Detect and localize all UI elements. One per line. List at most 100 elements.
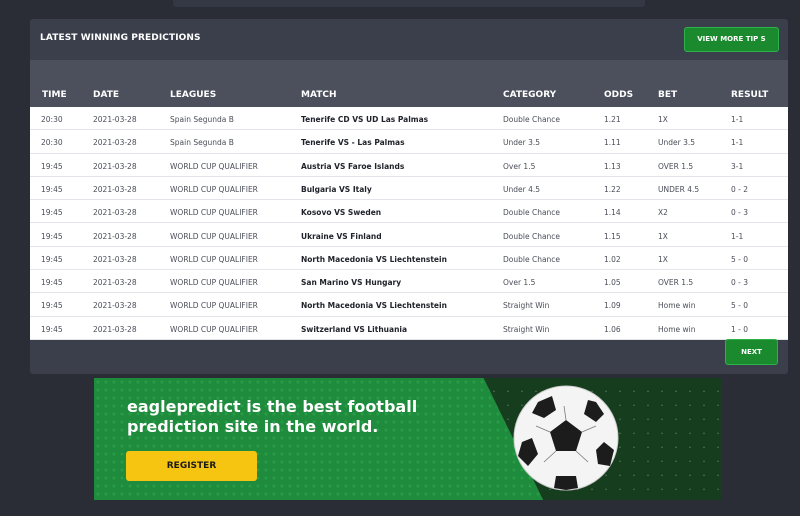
predictions-panel: LATEST WINNING PREDICTIONS VIEW MORE TIP… bbox=[30, 19, 788, 374]
cell-league: WORLD CUP QUALIFIER bbox=[170, 231, 258, 241]
next-button[interactable]: NEXT bbox=[725, 339, 778, 365]
cell-category: Over 1.5 bbox=[503, 161, 536, 171]
cell-match: North Macedonia VS Liechtenstein bbox=[301, 254, 447, 264]
header-odds: ODDS bbox=[604, 90, 634, 100]
cell-category: Double Chance bbox=[503, 231, 561, 241]
cell-result: 0 - 3 bbox=[731, 208, 749, 218]
header-match: MATCH bbox=[301, 90, 337, 100]
view-more-tips-button[interactable]: VIEW MORE TIP S bbox=[684, 27, 779, 52]
header-time: TIME bbox=[42, 90, 67, 100]
soccer-ball-icon bbox=[513, 385, 619, 491]
banner-headline: eaglepredict is the best football predic… bbox=[127, 397, 418, 436]
promo-banner[interactable]: eaglepredict is the best football predic… bbox=[94, 378, 722, 500]
cell-result: 1-1 bbox=[731, 138, 744, 148]
cell-category: Double Chance bbox=[503, 115, 561, 124]
table-row: 19:45 2021-03-28 WORLD CUP QUALIFIER Bulgar… bbox=[30, 177, 788, 201]
cell-league: WORLD CUP QUALIFIER bbox=[170, 161, 258, 171]
table-row: 19:45 2021-03-28 WORLD CUP QUALIFIER North … bbox=[30, 247, 788, 271]
panel-footer bbox=[30, 340, 788, 374]
cell-bet: X2 bbox=[658, 208, 668, 218]
cell-date: 2021-03-28 bbox=[93, 278, 137, 288]
cell-date: 2021-03-28 bbox=[93, 254, 137, 264]
cell-bet: UNDER 4.5 bbox=[658, 184, 700, 194]
register-button[interactable]: REGISTER bbox=[126, 451, 257, 481]
top-strip bbox=[173, 0, 645, 7]
cell-category: Under 4.5 bbox=[503, 184, 541, 194]
cell-league: WORLD CUP QUALIFIER bbox=[170, 324, 258, 334]
cell-category: Double Chance bbox=[503, 254, 561, 264]
table-row: 19:45 2021-03-28 WORLD CUP QUALIFIER North … bbox=[30, 293, 788, 317]
cell-odds: 1.14 bbox=[604, 208, 621, 218]
cell-date: 2021-03-28 bbox=[93, 324, 137, 334]
cell-time: 19:45 bbox=[41, 278, 63, 288]
cell-match: San Marino VS Hungary bbox=[301, 278, 402, 288]
cell-match: Austria VS Faroe Islands bbox=[301, 161, 405, 171]
header-leagues: LEAGUES bbox=[170, 90, 217, 100]
cell-result: 0 - 3 bbox=[731, 278, 749, 288]
cell-odds: 1.11 bbox=[604, 138, 621, 148]
cell-odds: 1.05 bbox=[604, 278, 621, 288]
cell-result: 5 - 0 bbox=[731, 301, 749, 311]
table-row: 19:45 2021-03-28 WORLD CUP QUALIFIER Kosovo… bbox=[30, 200, 788, 224]
predictions-table-body: 20:30 2021-03-28 Spain Segunda B Tenerife C… bbox=[30, 107, 788, 340]
table-row: 19:45 2021-03-28 WORLD CUP QUALIFIER Austri… bbox=[30, 154, 788, 177]
cell-date: 2021-03-28 bbox=[93, 208, 137, 218]
table-row: 20:30 2021-03-28 Spain Segunda B Tenerife V… bbox=[30, 130, 788, 154]
cell-category: Straight Win bbox=[503, 301, 550, 311]
cell-time: 19:45 bbox=[41, 184, 63, 194]
cell-league: WORLD CUP QUALIFIER bbox=[170, 184, 258, 194]
cell-time: 20:30 bbox=[41, 138, 63, 148]
cell-bet: 1X bbox=[658, 115, 668, 124]
cell-result: 1 - 0 bbox=[731, 324, 749, 334]
cell-category: Double Chance bbox=[503, 208, 561, 218]
cell-date: 2021-03-28 bbox=[93, 301, 137, 311]
table-row: 19:45 2021-03-28 WORLD CUP QUALIFIER San Ma… bbox=[30, 270, 788, 294]
panel-title: LATEST WINNING PREDICTIONS bbox=[40, 33, 201, 43]
cell-time: 20:30 bbox=[41, 115, 63, 124]
cell-odds: 1.15 bbox=[604, 231, 621, 241]
cell-result: 3-1 bbox=[731, 161, 744, 171]
table-header: TIME DATE LEAGUES MATCH CATEGORY ODDS BE… bbox=[30, 60, 788, 107]
cell-match: Switzerland VS Lithuania bbox=[301, 324, 408, 334]
header-category: CATEGORY bbox=[503, 90, 557, 100]
cell-date: 2021-03-28 bbox=[93, 184, 137, 194]
panel-header: LATEST WINNING PREDICTIONS VIEW MORE TIP… bbox=[30, 19, 788, 59]
cell-league: WORLD CUP QUALIFIER bbox=[170, 254, 258, 264]
cell-bet: Home win bbox=[658, 301, 696, 311]
cell-odds: 1.06 bbox=[604, 324, 621, 334]
cell-result: 5 - 0 bbox=[731, 254, 749, 264]
cell-league: WORLD CUP QUALIFIER bbox=[170, 301, 258, 311]
cell-time: 19:45 bbox=[41, 324, 63, 334]
cell-odds: 1.13 bbox=[604, 161, 621, 171]
cell-bet: OVER 1.5 bbox=[658, 278, 694, 288]
cell-bet: Home win bbox=[658, 324, 696, 334]
cell-match: Tenerife VS - Las Palmas bbox=[301, 138, 405, 148]
header-date: DATE bbox=[93, 90, 120, 100]
cell-odds: 1.21 bbox=[604, 115, 621, 124]
cell-league: WORLD CUP QUALIFIER bbox=[170, 278, 258, 288]
header-bet: BET bbox=[658, 90, 678, 100]
cell-match: Ukraine VS Finland bbox=[301, 231, 382, 241]
cell-bet: 1X bbox=[658, 231, 668, 241]
cell-time: 19:45 bbox=[41, 301, 63, 311]
cell-time: 19:45 bbox=[41, 231, 63, 241]
cell-match: Kosovo VS Sweden bbox=[301, 208, 382, 218]
cell-odds: 1.02 bbox=[604, 254, 621, 264]
cell-match: North Macedonia VS Liechtenstein bbox=[301, 301, 447, 311]
cell-category: Over 1.5 bbox=[503, 278, 536, 288]
cell-odds: 1.22 bbox=[604, 184, 621, 194]
cell-time: 19:45 bbox=[41, 161, 63, 171]
cell-category: Straight Win bbox=[503, 324, 550, 334]
cell-result: 1-1 bbox=[731, 115, 744, 124]
cell-league: Spain Segunda B bbox=[170, 115, 234, 124]
table-row: 19:45 2021-03-28 WORLD CUP QUALIFIER Ukrain… bbox=[30, 224, 788, 247]
cell-bet: Under 3.5 bbox=[658, 138, 696, 148]
cell-category: Under 3.5 bbox=[503, 138, 541, 148]
cell-date: 2021-03-28 bbox=[93, 115, 137, 124]
cell-bet: OVER 1.5 bbox=[658, 161, 694, 171]
cell-date: 2021-03-28 bbox=[93, 231, 137, 241]
cell-match: Tenerife CD VS UD Las Palmas bbox=[301, 115, 429, 124]
cell-league: WORLD CUP QUALIFIER bbox=[170, 208, 258, 218]
cell-date: 2021-03-28 bbox=[93, 138, 137, 148]
table-row: 20:30 2021-03-28 Spain Segunda B Tenerife C… bbox=[30, 107, 788, 131]
